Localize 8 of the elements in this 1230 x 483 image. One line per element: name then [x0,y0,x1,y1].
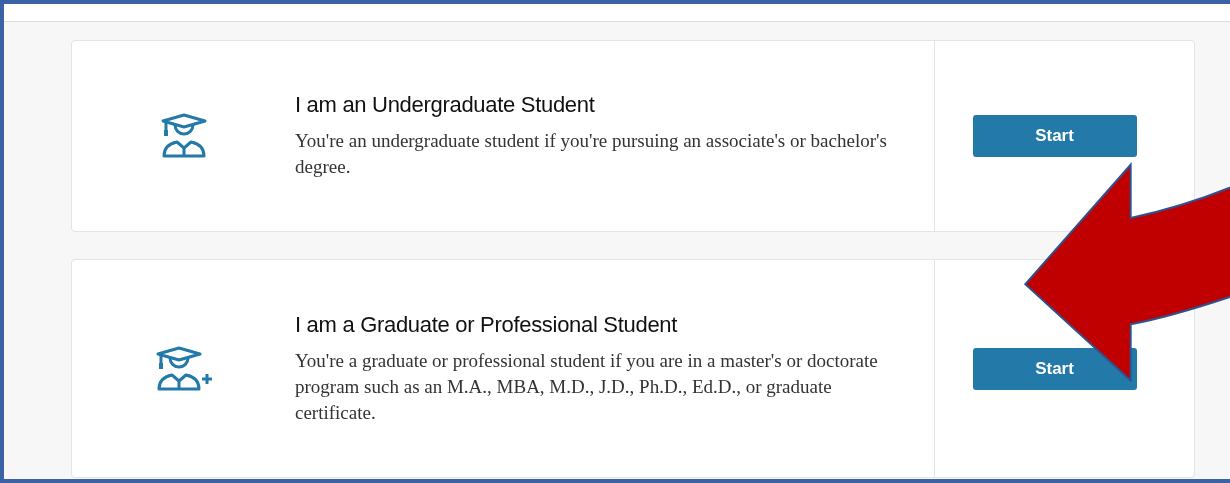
option-title: I am a Graduate or Professional Student [295,311,679,338]
option-title: I am an Undergraduate Student [295,92,596,118]
start-button[interactable]: Start [972,347,1137,390]
student-icon [159,112,208,160]
start-button[interactable]: Start [972,115,1137,157]
option-description: You're a graduate or professional student if you are in a master's or doctorate program such as an M.A., MBA, M.D., J.D., Ph.D., Ed.D., or graduate certificate. [295,348,879,425]
student-add-icon [154,344,213,393]
option-description: You're an undergraduate student if you're pursuing an associate's or bachelor's degree. [295,129,888,179]
